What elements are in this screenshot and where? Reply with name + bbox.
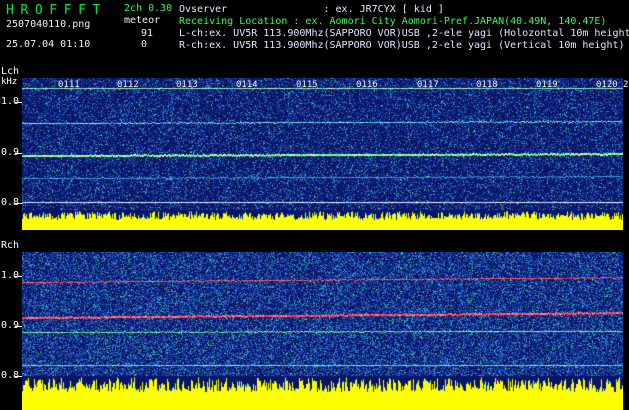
time-tick-label: 0119	[536, 80, 558, 90]
time-tick-label: 0116	[356, 80, 378, 90]
event-type-label: meteor	[124, 15, 161, 26]
tick-mark	[15, 203, 22, 204]
tick-mark	[15, 326, 22, 327]
time-tick-label: 0117	[417, 80, 439, 90]
lch-count: 91	[141, 28, 154, 39]
time-tick-label: 0111	[58, 80, 80, 90]
lch-description: L-ch:ex. UV5R 113.900Mhz(SAPPORO VOR)USB…	[179, 28, 629, 39]
time-tick-label: 0113	[176, 80, 198, 90]
tick-mark	[15, 276, 22, 277]
time-tick-label: 2	[623, 80, 629, 90]
hroffft-window: { "app": { "title": "HROFFFT", "mode": "…	[0, 0, 629, 410]
rch-waterfall	[22, 252, 623, 410]
rch-count: 0	[141, 39, 148, 50]
app-title: HROFFFT	[6, 3, 107, 18]
observer-line: Ovserver : ex. JR7CYX [ kid ]	[179, 4, 444, 15]
khz-unit-label: kHz	[1, 77, 18, 87]
lch-waterfall	[22, 78, 623, 230]
time-tick-label: 0112	[117, 80, 139, 90]
time-tick-label: 0118	[476, 80, 498, 90]
rch-label: Rch	[1, 240, 20, 251]
lch-label: Lch	[1, 66, 20, 77]
time-tick-label: 0120	[596, 80, 618, 90]
mode-label: 2ch 0.30	[124, 3, 173, 14]
rch-description: R-ch:ex. UV5R 113.900Mhz(SAPPORO VOR)USB…	[179, 40, 625, 51]
time-tick-label: 0114	[236, 80, 258, 90]
tick-mark	[15, 102, 22, 103]
location-line: Receiving Location : ex. Aomori City Aom…	[179, 16, 607, 27]
time-tick-label: 0115	[296, 80, 318, 90]
datetime-label: 25.07.04 01:10	[6, 39, 91, 50]
tick-mark	[15, 376, 22, 377]
tick-mark	[15, 153, 22, 154]
filename-label: 2507040110.png	[6, 19, 91, 30]
